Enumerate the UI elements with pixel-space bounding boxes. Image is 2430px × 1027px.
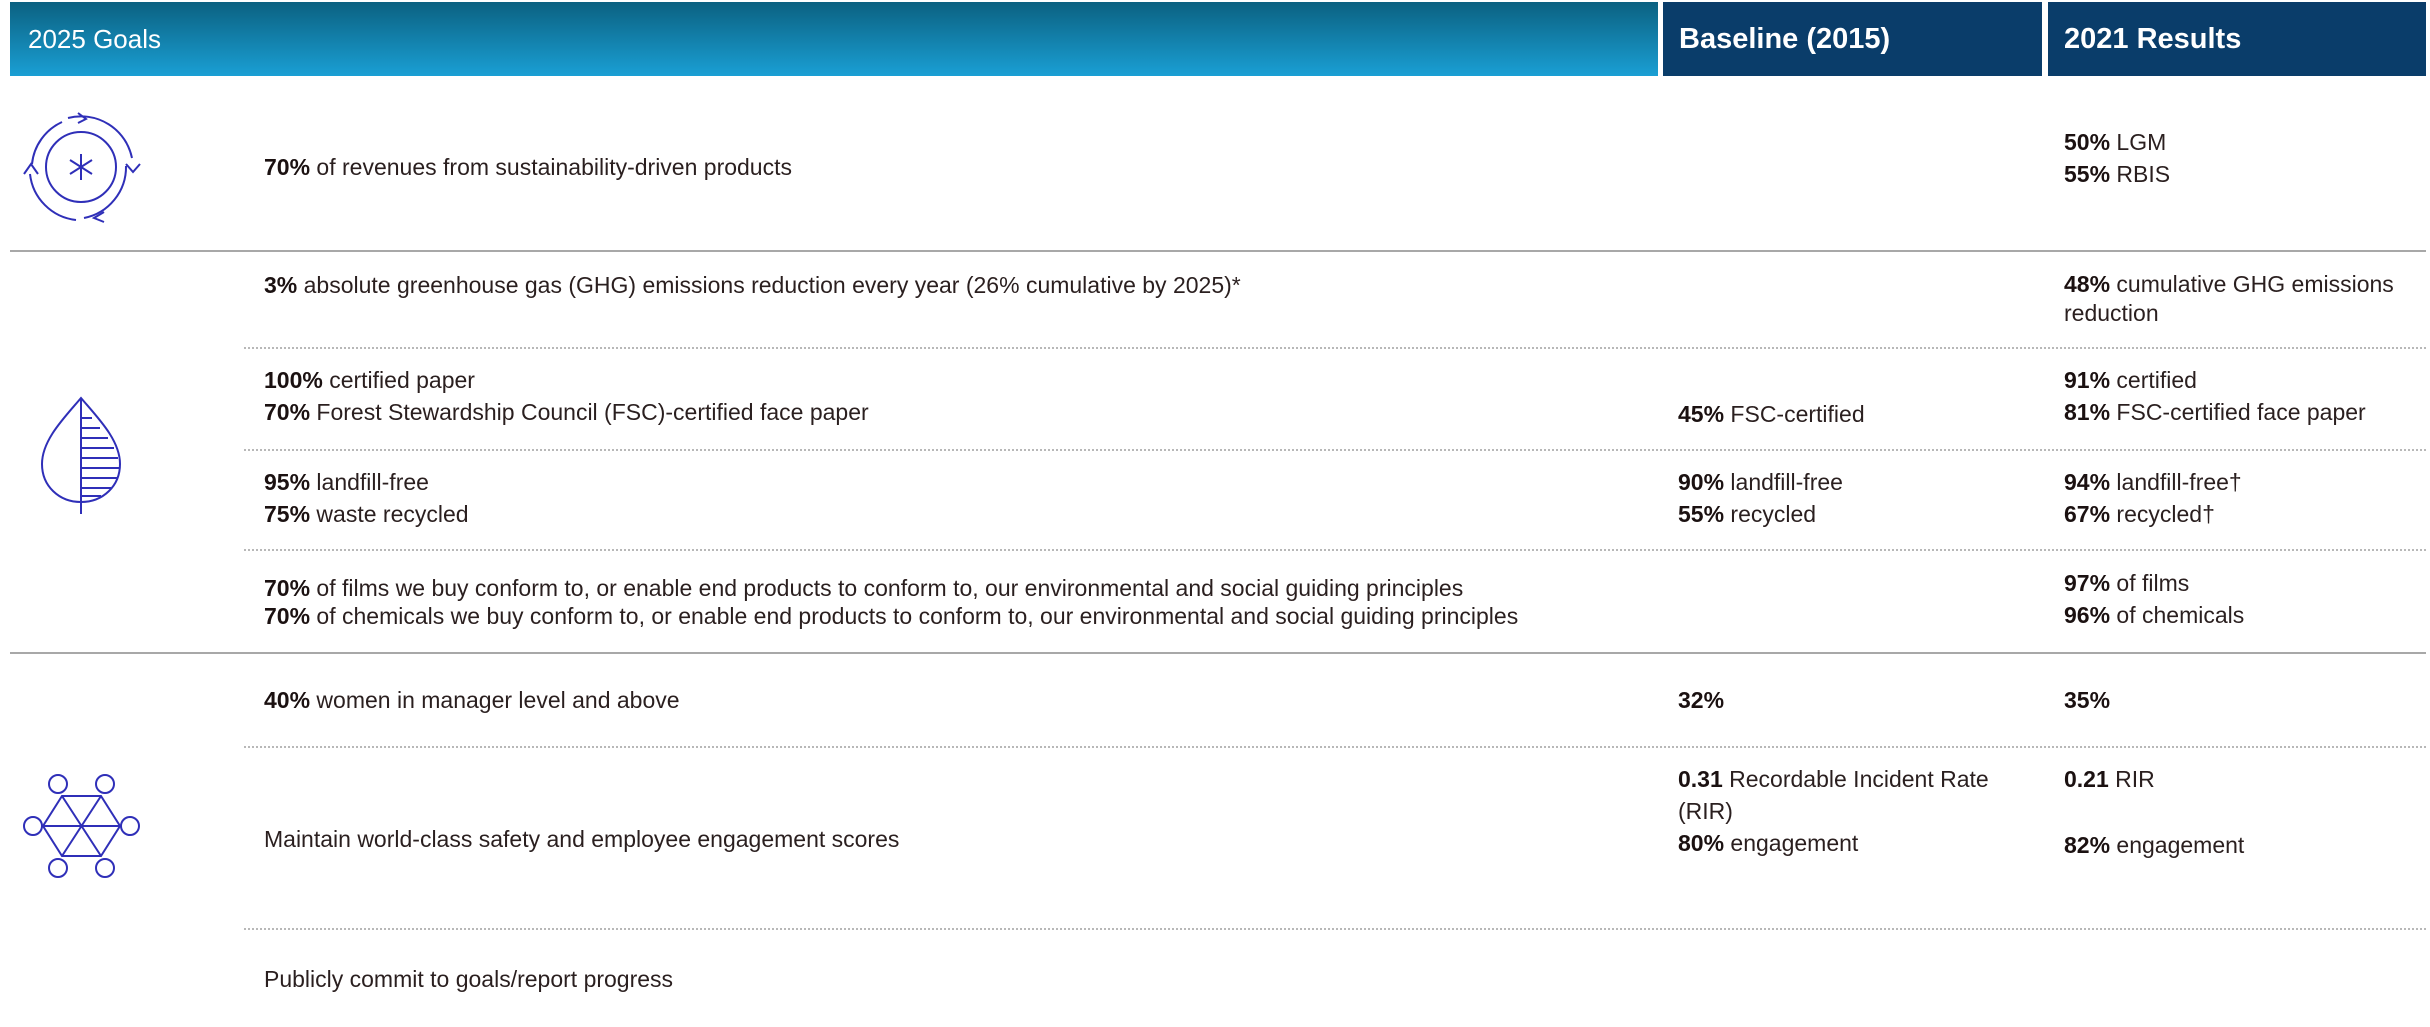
- baseline-waste: 90% landfill-free 55% recycled: [1678, 469, 1843, 527]
- leaf-icon: [40, 396, 122, 514]
- result-safety: 0.21 RIR 82% engagement: [2064, 766, 2245, 858]
- row-divider: [244, 549, 2426, 551]
- goal-safety: Maintain world-class safety and employee…: [264, 826, 900, 852]
- header-goals: 2025 Goals: [10, 2, 1658, 76]
- header-results: 2021 Results: [2048, 2, 2426, 76]
- recycle-cycle-icon: [23, 112, 141, 223]
- result-films: 97% of films 96% of chemicals: [2064, 570, 2245, 628]
- result-paper: 91% certified 81% FSC-certified face pap…: [2064, 367, 2366, 425]
- row-divider: [244, 449, 2426, 451]
- result-ghg: 48% cumulative GHG emissions reduction: [2064, 271, 2394, 326]
- section-divider: [10, 250, 2426, 252]
- goal-ghg: 3% absolute greenhouse gas (GHG) emissio…: [264, 272, 1241, 298]
- baseline-safety: 0.31 Recordable Incident Rate (RIR) 80% …: [1678, 766, 1989, 856]
- goal-paper: 100% certified paper 70% Forest Stewards…: [264, 367, 869, 425]
- result-waste: 94% landfill-free† 67% recycled†: [2064, 469, 2242, 527]
- people-network-icon: [23, 774, 140, 878]
- result-revenue: 50% LGM 55% RBIS: [2064, 129, 2171, 187]
- baseline-paper: 45% FSC-certified: [1678, 401, 1865, 427]
- row-divider: [244, 746, 2426, 748]
- result-women: 35%: [2064, 687, 2111, 713]
- goal-publish: Publicly commit to goals/report progress: [264, 966, 674, 992]
- goal-films: 70% of films we buy conform to, or enabl…: [264, 575, 1519, 629]
- section-divider: [10, 652, 2426, 654]
- goal-revenue: 70% of revenues from sustainability-driv…: [264, 154, 792, 180]
- header-baseline: Baseline (2015): [1663, 2, 2042, 76]
- row-divider: [244, 928, 2426, 930]
- baseline-women: 32%: [1678, 687, 1725, 713]
- goal-waste: 95% landfill-free 75% waste recycled: [264, 469, 469, 527]
- goal-women: 40% women in manager level and above: [264, 687, 680, 713]
- row-divider: [244, 347, 2426, 349]
